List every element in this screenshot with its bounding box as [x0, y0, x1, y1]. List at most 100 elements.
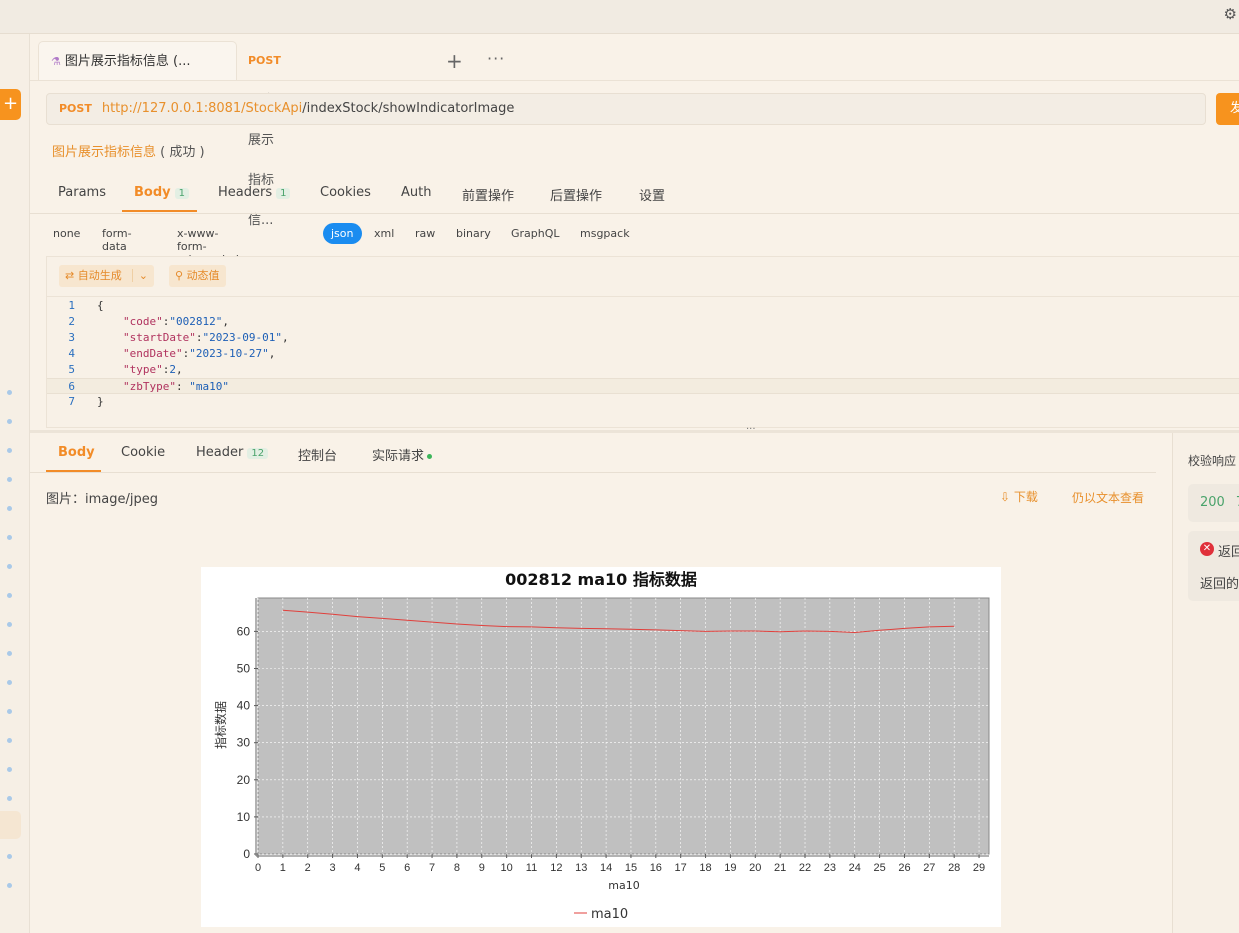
y-tick-label: 10	[237, 810, 251, 824]
chevron-down-icon[interactable]: ⌄	[131, 269, 148, 282]
body-type-msgpack[interactable]: msgpack	[580, 227, 630, 240]
settings-gear-icon[interactable]: ⚙	[1224, 5, 1237, 23]
rail-tree-dot[interactable]	[7, 593, 12, 598]
status-dot-icon	[427, 454, 433, 459]
url-input[interactable]: POST http://127.0.0.1:8081/StockApi/index…	[46, 93, 1206, 125]
x-tick-label: 15	[625, 862, 637, 874]
x-tick-label: 21	[774, 862, 786, 874]
tab-settings[interactable]: 设置	[639, 185, 665, 204]
x-tick-label: 11	[526, 862, 537, 874]
tab-params[interactable]: Params	[58, 185, 106, 200]
x-tick-label: 5	[379, 862, 385, 874]
tab-request-active[interactable]: ⚗ 图片展示指标信息 (...	[38, 41, 237, 81]
code-line[interactable]: 6 "zbType": "ma10"	[47, 378, 1239, 394]
rail-selected-item[interactable]	[0, 811, 21, 839]
rail-tree-dot[interactable]	[7, 506, 12, 511]
code-text: "code":"002812",	[123, 315, 229, 328]
rail-tree-dot[interactable]	[7, 390, 12, 395]
code-line[interactable]: 7}	[47, 394, 1239, 410]
line-number: 3	[68, 331, 75, 344]
rail-tree-dot[interactable]	[7, 448, 12, 453]
code-text: "endDate":"2023-10-27",	[123, 347, 276, 360]
y-tick-label: 50	[237, 661, 251, 675]
x-tick-label: 29	[973, 862, 985, 874]
response-image-chart: 0 1 2 3 4 5 6 7 8 9 10 11 12 13 14 15 16 17 18 19 20 21 22 23 24…	[201, 567, 1001, 927]
download-icon: ⇩	[1000, 490, 1014, 504]
tab-console[interactable]: 控制台	[298, 445, 337, 464]
dynamic-value-button[interactable]: ⚲ 动态值	[169, 265, 226, 287]
error-icon: ✕	[1200, 542, 1214, 556]
send-button[interactable]: 发	[1216, 93, 1239, 125]
resize-grip-icon[interactable]: ···	[746, 424, 756, 435]
code-text: "zbType": "ma10"	[123, 380, 229, 393]
rail-tree-dot[interactable]	[7, 680, 12, 685]
rail-tree-dot[interactable]	[7, 738, 12, 743]
body-type-graphql[interactable]: GraphQL	[511, 227, 560, 240]
pane-divider[interactable]	[30, 430, 1239, 433]
request-name-text[interactable]: 图片展示指标信息	[52, 145, 156, 160]
title-bar: ⚙	[0, 0, 1239, 34]
url-path: /indexStock/showIndicatorImage	[302, 101, 515, 116]
tab-auth[interactable]: Auth	[401, 185, 431, 200]
x-tick-label: 14	[600, 862, 612, 874]
rail-tree-dot[interactable]	[7, 767, 12, 772]
code-text: }	[97, 395, 104, 408]
code-text: "type":2,	[123, 363, 183, 376]
code-area[interactable]: 1{2 "code":"002812", 3 "startDate":"2023-09…	[47, 298, 1239, 410]
tab-pre-actions[interactable]: 前置操作	[462, 185, 514, 204]
tab-cookies[interactable]: Cookies	[320, 185, 371, 200]
refresh-icon: ⇄	[65, 269, 78, 282]
request-name: 图片展示指标信息 ( 成功 )	[52, 141, 205, 160]
auto-generate-button[interactable]: ⇄ 自动生成 ⌄	[59, 265, 154, 287]
y-tick-label: 30	[237, 736, 251, 750]
editor-toolbar: ⇄ 自动生成 ⌄ ⚲ 动态值	[47, 257, 1239, 297]
tabs-divider	[30, 80, 1239, 81]
add-tab-icon[interactable]: +	[446, 49, 463, 73]
body-type-binary[interactable]: binary	[456, 227, 491, 240]
tab-request-second[interactable]: POST图片展示指标信...	[248, 41, 285, 228]
tab-headers[interactable]: Headers 1	[218, 185, 291, 200]
x-tick-label: 19	[724, 862, 736, 874]
tab-response-cookie[interactable]: Cookie	[121, 445, 165, 460]
rail-tree-dot[interactable]	[7, 477, 12, 482]
rail-tree-dot[interactable]	[7, 564, 12, 569]
code-line[interactable]: 3 "startDate":"2023-09-01",	[47, 330, 1239, 346]
x-tick-label: 4	[354, 862, 360, 874]
view-as-text-button[interactable]: 仍以文本查看	[1072, 489, 1144, 506]
request-status-text: ( 成功 )	[160, 145, 205, 160]
body-type-raw[interactable]: raw	[415, 227, 435, 240]
validation-return-label: 返回	[1218, 545, 1239, 560]
left-rail	[0, 34, 30, 933]
tab-actual-request[interactable]: 实际请求	[372, 445, 433, 464]
tab-body[interactable]: Body 1	[134, 185, 189, 200]
code-line[interactable]: 5 "type":2,	[47, 362, 1239, 378]
x-tick-label: 25	[873, 862, 885, 874]
download-button[interactable]: ⇩ 下载	[1000, 488, 1038, 505]
tab-post-actions[interactable]: 后置操作	[550, 185, 602, 204]
rail-tree-dot[interactable]	[7, 535, 12, 540]
http-method[interactable]: POST	[59, 102, 92, 115]
code-line[interactable]: 1{	[47, 298, 1239, 314]
body-type-form-data[interactable]: form-data	[102, 227, 132, 253]
rail-tree-dot[interactable]	[7, 883, 12, 888]
tab-response-header[interactable]: Header 12	[196, 445, 269, 460]
validation-return-detail: 返回的	[1200, 577, 1239, 592]
rail-tree-dot[interactable]	[7, 796, 12, 801]
json-body-editor[interactable]: ⇄ 自动生成 ⌄ ⚲ 动态值 1{2 "code":"002812", 3 "start…	[46, 256, 1239, 428]
body-type-none[interactable]: none	[53, 227, 80, 240]
tab-response-body[interactable]: Body	[58, 445, 95, 460]
rail-tree-dot[interactable]	[7, 419, 12, 424]
code-line[interactable]: 2 "code":"002812",	[47, 314, 1239, 330]
code-line[interactable]: 4 "endDate":"2023-10-27",	[47, 346, 1239, 362]
new-item-plus-icon[interactable]: +	[0, 89, 21, 120]
body-type-xml[interactable]: xml	[374, 227, 394, 240]
more-tabs-icon[interactable]: ···	[487, 49, 505, 68]
x-tick-label: 20	[749, 862, 761, 874]
rail-tree-dot[interactable]	[7, 709, 12, 714]
rail-tree-dot[interactable]	[7, 651, 12, 656]
body-type-json[interactable]: json	[323, 223, 362, 244]
request-config-tabs: Params Body 1 Headers 1 Cookies Auth 前置操作 …	[30, 174, 1239, 214]
line-number: 1	[68, 299, 75, 312]
rail-tree-dot[interactable]	[7, 622, 12, 627]
rail-tree-dot[interactable]	[7, 854, 12, 859]
